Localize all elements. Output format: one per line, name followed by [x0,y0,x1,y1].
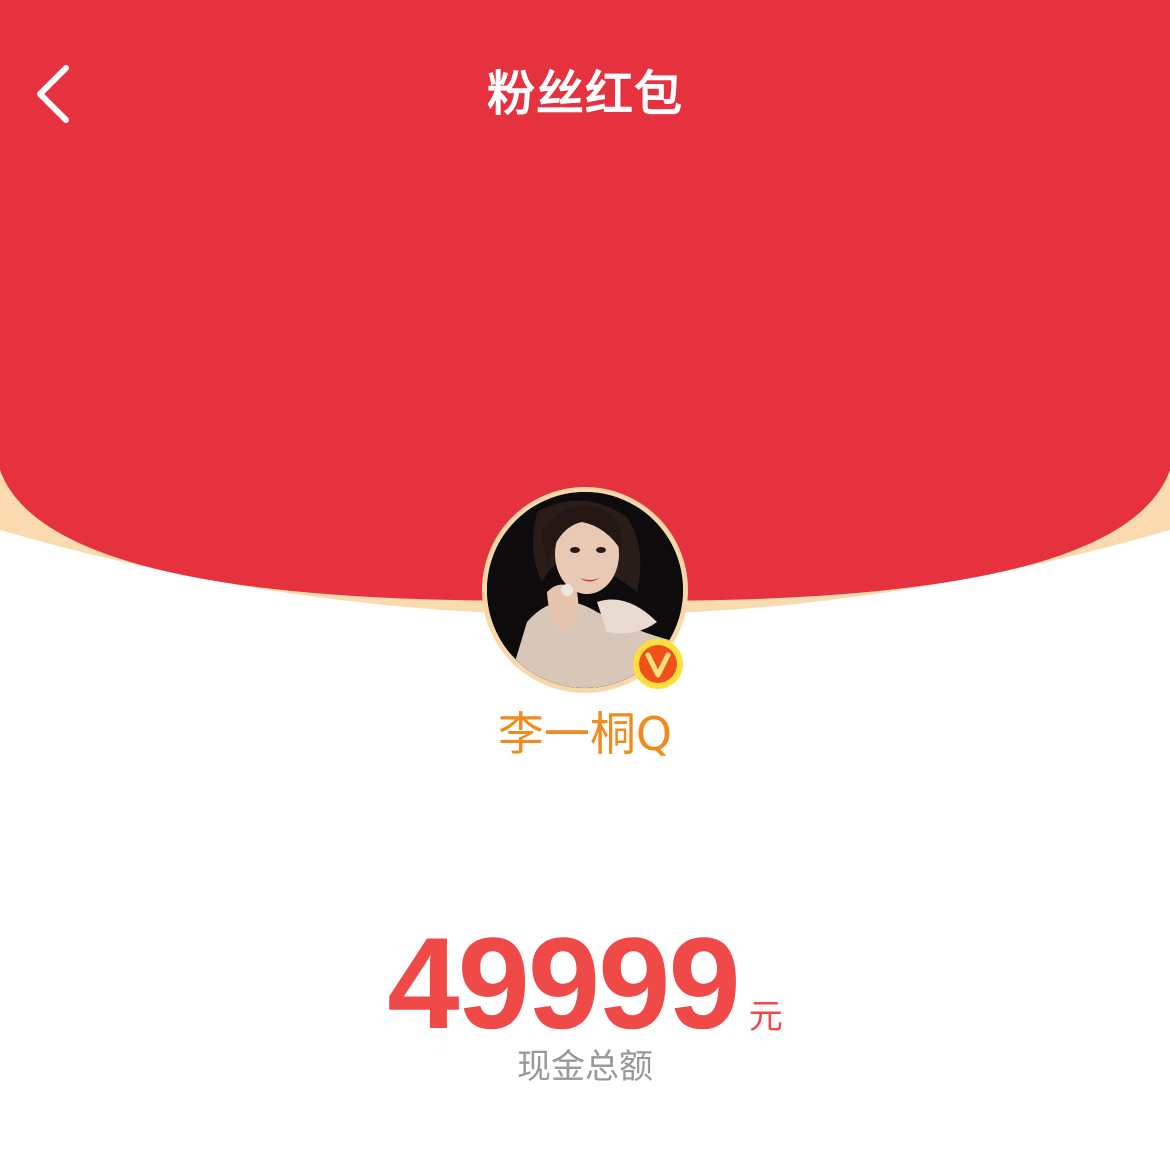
verified-v-icon [633,639,683,689]
cash-total-label: 现金总额 [517,1047,653,1087]
amount-row: 49999 元 [0,918,1170,1048]
amount-unit: 元 [748,997,783,1037]
page-title: 粉丝红包 [486,66,683,122]
username[interactable]: 李一桐Q [0,702,1170,766]
cash-amount: 49999 [387,910,740,1056]
